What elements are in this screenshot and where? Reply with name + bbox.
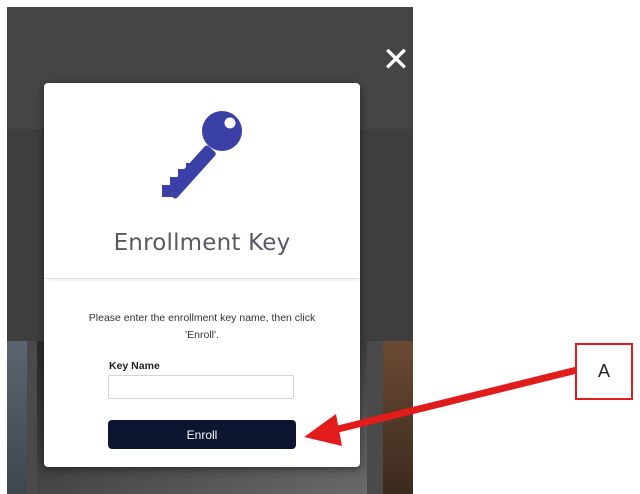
- key-icon: [162, 111, 242, 199]
- dialog-title: Enrollment Key: [113, 230, 291, 256]
- dialog-header: Enrollment Key: [44, 83, 360, 279]
- callout-label: A: [597, 361, 610, 381]
- key-name-label: Key Name: [109, 360, 160, 372]
- key-name-input[interactable]: [108, 375, 294, 399]
- background-thumbnail: [383, 341, 413, 494]
- annotation-callout: A: [575, 343, 633, 400]
- enroll-button[interactable]: Enroll: [108, 420, 296, 449]
- dialog-instructions: Please enter the enrollment key name, th…: [88, 312, 316, 341]
- close-icon[interactable]: ✕: [380, 43, 412, 77]
- background-thumbnail: [7, 341, 27, 494]
- enrollment-key-dialog: Enrollment Key Please enter the enrollme…: [44, 83, 360, 467]
